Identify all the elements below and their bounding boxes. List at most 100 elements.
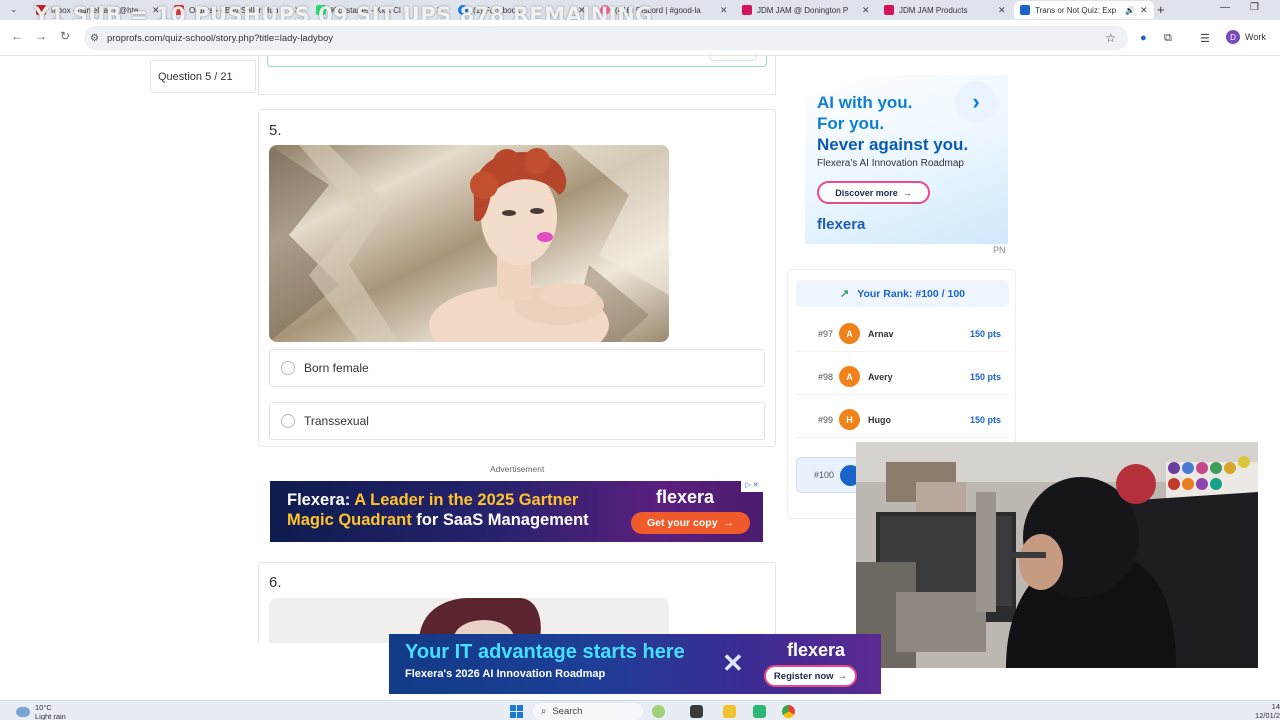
flexera-logo: flexera	[656, 487, 715, 507]
answer-label: Transsexual	[304, 414, 369, 428]
answer-label: Born female	[304, 361, 369, 375]
banner-headline-brand: Flexera:	[287, 491, 351, 509]
ebay-icon	[174, 5, 184, 15]
browser-tab[interactable]: JDM JAM Products ✕	[878, 1, 1012, 19]
kickstarter-icon	[316, 5, 326, 15]
question-card: 6.	[258, 562, 776, 643]
trending-up-icon: ↗	[840, 288, 850, 300]
discord-icon	[600, 5, 610, 15]
close-tab-icon[interactable]: ✕	[1140, 5, 1148, 16]
browser-tab[interactable]: (1) Facebook ✕	[452, 1, 592, 19]
search-label: Search	[552, 706, 583, 717]
file-explorer-icon[interactable]	[723, 705, 736, 718]
profile-button[interactable]: D Work	[1226, 30, 1266, 44]
register-now-button[interactable]: Register now →	[764, 665, 857, 687]
arrow-right-icon: →	[902, 187, 912, 198]
player-name: Avery	[868, 371, 893, 382]
webcam-overlay	[856, 442, 1258, 668]
your-rank-text: Your Rank: #100 / 100	[857, 287, 965, 300]
previous-next-button[interactable]	[709, 51, 757, 61]
forward-icon[interactable]: →	[35, 29, 47, 43]
avatar: D	[1226, 30, 1240, 44]
url-text: proprofs.com/quiz-school/story.php?title…	[106, 32, 334, 44]
player-points: 150 pts	[969, 414, 1001, 425]
weather-widget[interactable]: 10°C Light rain	[16, 703, 66, 720]
taskbar-search[interactable]: ⌕ Search	[533, 703, 643, 720]
get-your-copy-button[interactable]: Get your copy →	[631, 512, 750, 534]
previous-question-card	[258, 51, 776, 95]
browser-tab[interactable]: Kickstarter - Kick Cl ✕	[310, 1, 450, 19]
weather-text: 10°C Light rain	[35, 703, 66, 720]
sidebar-ad[interactable]: › AI with you. For you. Never against yo…	[805, 75, 1008, 244]
active-browser-tab[interactable]: Trans or Not Quiz: Exp 🔊 ✕	[1014, 1, 1154, 19]
clock-time: 14	[1271, 702, 1280, 711]
clock-date: 12/01/2	[1254, 711, 1280, 720]
ad-line-1: AI with you.	[817, 93, 913, 112]
search-icon: ⌕	[541, 706, 547, 717]
cta-label: Register now	[773, 670, 834, 682]
url-field[interactable]: ⚙ proprofs.com/quiz-school/story.php?tit…	[84, 26, 1128, 50]
reading-list-icon[interactable]: ☰	[1200, 32, 1210, 45]
gmail-icon	[36, 5, 46, 15]
flexera-logo: flexera	[817, 216, 866, 233]
close-tab-icon[interactable]: ✕	[720, 5, 728, 16]
browser-tab[interactable]: Orders - eBay Seller Hub ✕	[168, 1, 308, 19]
sticky-bottom-ad[interactable]: Your IT advantage starts here Flexera's …	[389, 634, 881, 694]
speaker-icon[interactable]: 🔊	[1125, 6, 1135, 15]
site-info-icon[interactable]: ⚙	[90, 33, 99, 44]
new-tab-button[interactable]: +	[1157, 2, 1165, 17]
system-clock[interactable]: 14 12/01/2	[1245, 702, 1280, 720]
taskbar: 10°C Light rain ⌕ Search 14 12/01/2	[0, 700, 1280, 720]
bookmark-star-icon[interactable]: ☆	[1105, 31, 1116, 45]
question-card: 5. Born female Transsexual	[258, 109, 776, 447]
weather-condition: Light rain	[35, 712, 66, 720]
banner-headline-rest: for SaaS Management	[411, 511, 589, 529]
rank-number: #99	[817, 414, 833, 425]
rank-number: #97	[817, 328, 833, 339]
close-tab-icon[interactable]: ✕	[294, 5, 302, 16]
minimize-icon[interactable]: —	[1220, 2, 1230, 13]
adchoices-icon[interactable]: ▷ ✕	[741, 481, 763, 492]
browser-tab[interactable]: JDM JAM @ Donington P ✕	[736, 1, 876, 19]
close-tab-icon[interactable]: ✕	[578, 5, 586, 16]
windows-start-icon[interactable]	[510, 705, 523, 718]
banner-headline: Flexera: A Leader in the 2025 Gartner Ma…	[287, 490, 589, 530]
previous-answer-box	[267, 56, 767, 67]
back-icon[interactable]: ←	[11, 29, 23, 43]
banner-ad[interactable]: Flexera: A Leader in the 2025 Gartner Ma…	[270, 481, 763, 542]
radio-button[interactable]	[281, 361, 295, 375]
task-view-icon[interactable]	[690, 705, 703, 718]
extensions-puzzle-icon[interactable]: ⧉	[1164, 32, 1172, 45]
close-tab-icon[interactable]: ✕	[436, 5, 444, 16]
proprofs-icon	[1020, 5, 1030, 15]
leaderboard-row: #97 A Arnav 150 pts	[796, 316, 1009, 352]
browser-tab[interactable]: Inbox - danielharris@hte ✕	[30, 1, 166, 19]
leaderboard-row: #99 H Hugo 150 pts	[796, 402, 1009, 438]
extension-icon[interactable]: ●	[1140, 32, 1147, 44]
answer-option[interactable]: Transsexual	[269, 402, 765, 440]
close-tab-icon[interactable]: ✕	[998, 5, 1006, 16]
cta-label: Get your copy	[646, 517, 718, 529]
close-tab-icon[interactable]: ✕	[862, 5, 870, 16]
jdmjam-icon	[742, 5, 752, 15]
radio-button[interactable]	[281, 414, 295, 428]
banner-headline-highlight: A Leader in the 2025 Gartner	[350, 491, 579, 509]
brand-x-icon: ✕	[722, 648, 744, 678]
browser-tab[interactable]: (416) Discord | #good-la ✕	[594, 1, 734, 19]
app-icon[interactable]	[753, 705, 766, 718]
tab-search-chevron-icon[interactable]: ⌄	[10, 4, 18, 15]
rank-number: #98	[817, 371, 833, 382]
jdmjam-icon	[884, 5, 894, 15]
widgets-icon[interactable]	[652, 705, 665, 718]
arrow-right-icon: →	[723, 517, 735, 529]
restore-icon[interactable]: ❐	[1250, 2, 1259, 13]
question-number: 5.	[269, 122, 282, 139]
discover-more-button[interactable]: Discover more →	[817, 181, 930, 204]
chrome-icon[interactable]	[782, 705, 795, 718]
rank-number: #100	[813, 470, 834, 480]
answer-option[interactable]: Born female	[269, 349, 765, 387]
sticky-ad-headline: Your IT advantage starts here	[405, 641, 685, 663]
reload-icon[interactable]: ↻	[60, 29, 70, 43]
close-tab-icon[interactable]: ✕	[152, 5, 160, 16]
leaderboard-row: #98 A Avery 150 pts	[796, 359, 1009, 395]
